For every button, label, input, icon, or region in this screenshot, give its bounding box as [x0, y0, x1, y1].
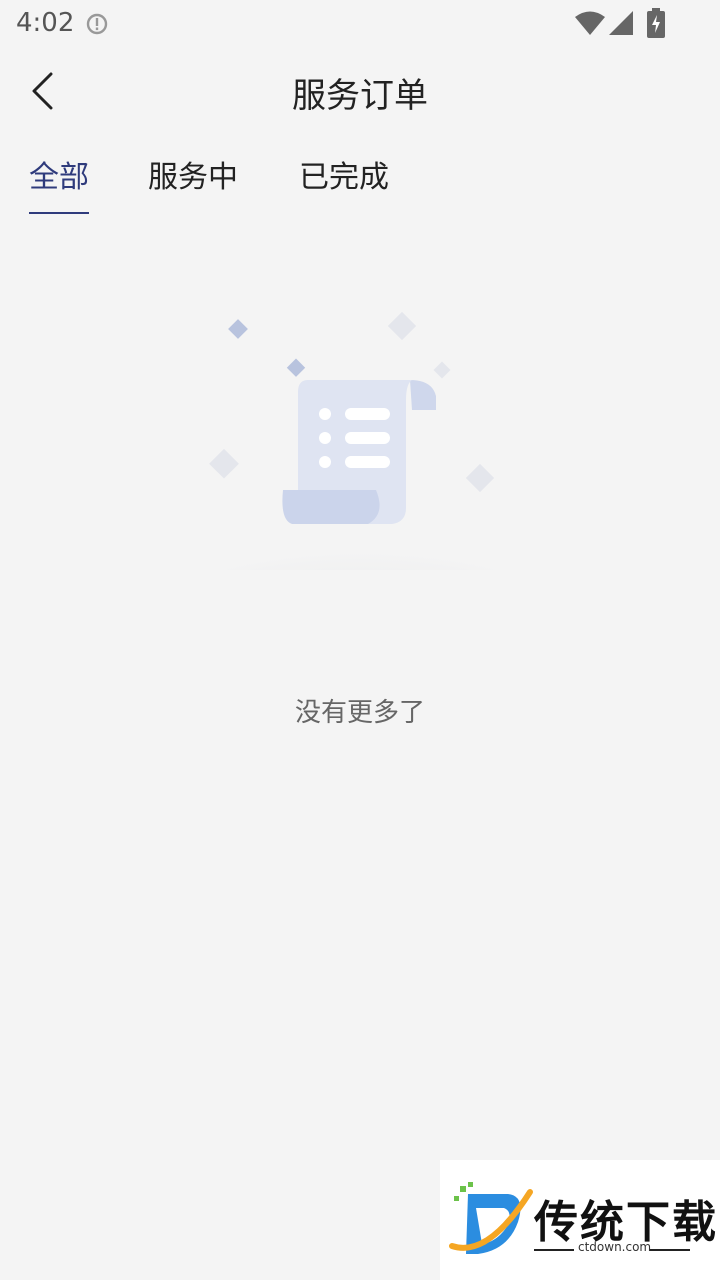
status-bar: 4:02 — [0, 0, 720, 50]
battery-charging-icon — [646, 8, 666, 42]
empty-state-message: 没有更多了 — [294, 698, 425, 728]
tab-label: 全部 — [29, 160, 89, 195]
active-tab-indicator — [29, 212, 89, 214]
alert-circle-icon — [86, 13, 108, 35]
tab-label: 已完成 — [299, 160, 389, 195]
tab-completed[interactable]: 已完成 — [299, 152, 389, 214]
tab-label: 服务中 — [148, 160, 238, 195]
status-time: 4:02 — [16, 8, 75, 38]
watermark: 传统下载 ctdown.com — [440, 1160, 720, 1280]
wifi-icon — [574, 10, 606, 40]
divider — [534, 1249, 574, 1251]
service-orders-screen: 4:02 服务订单 全部 服务中 已完成 没有更多了 传统下载 ctdown.c… — [0, 0, 720, 1280]
tab-in-service[interactable]: 服务中 — [148, 152, 238, 214]
order-status-tabs: 全部 服务中 已完成 — [0, 140, 720, 220]
divider — [650, 1249, 690, 1251]
empty-list-scroll-icon — [140, 300, 580, 635]
watermark-url: ctdown.com — [578, 1240, 652, 1254]
signal-icon — [608, 10, 634, 40]
tab-all[interactable]: 全部 — [29, 152, 89, 214]
header: 服务订单 — [0, 50, 720, 136]
page-title: 服务订单 — [292, 76, 428, 116]
